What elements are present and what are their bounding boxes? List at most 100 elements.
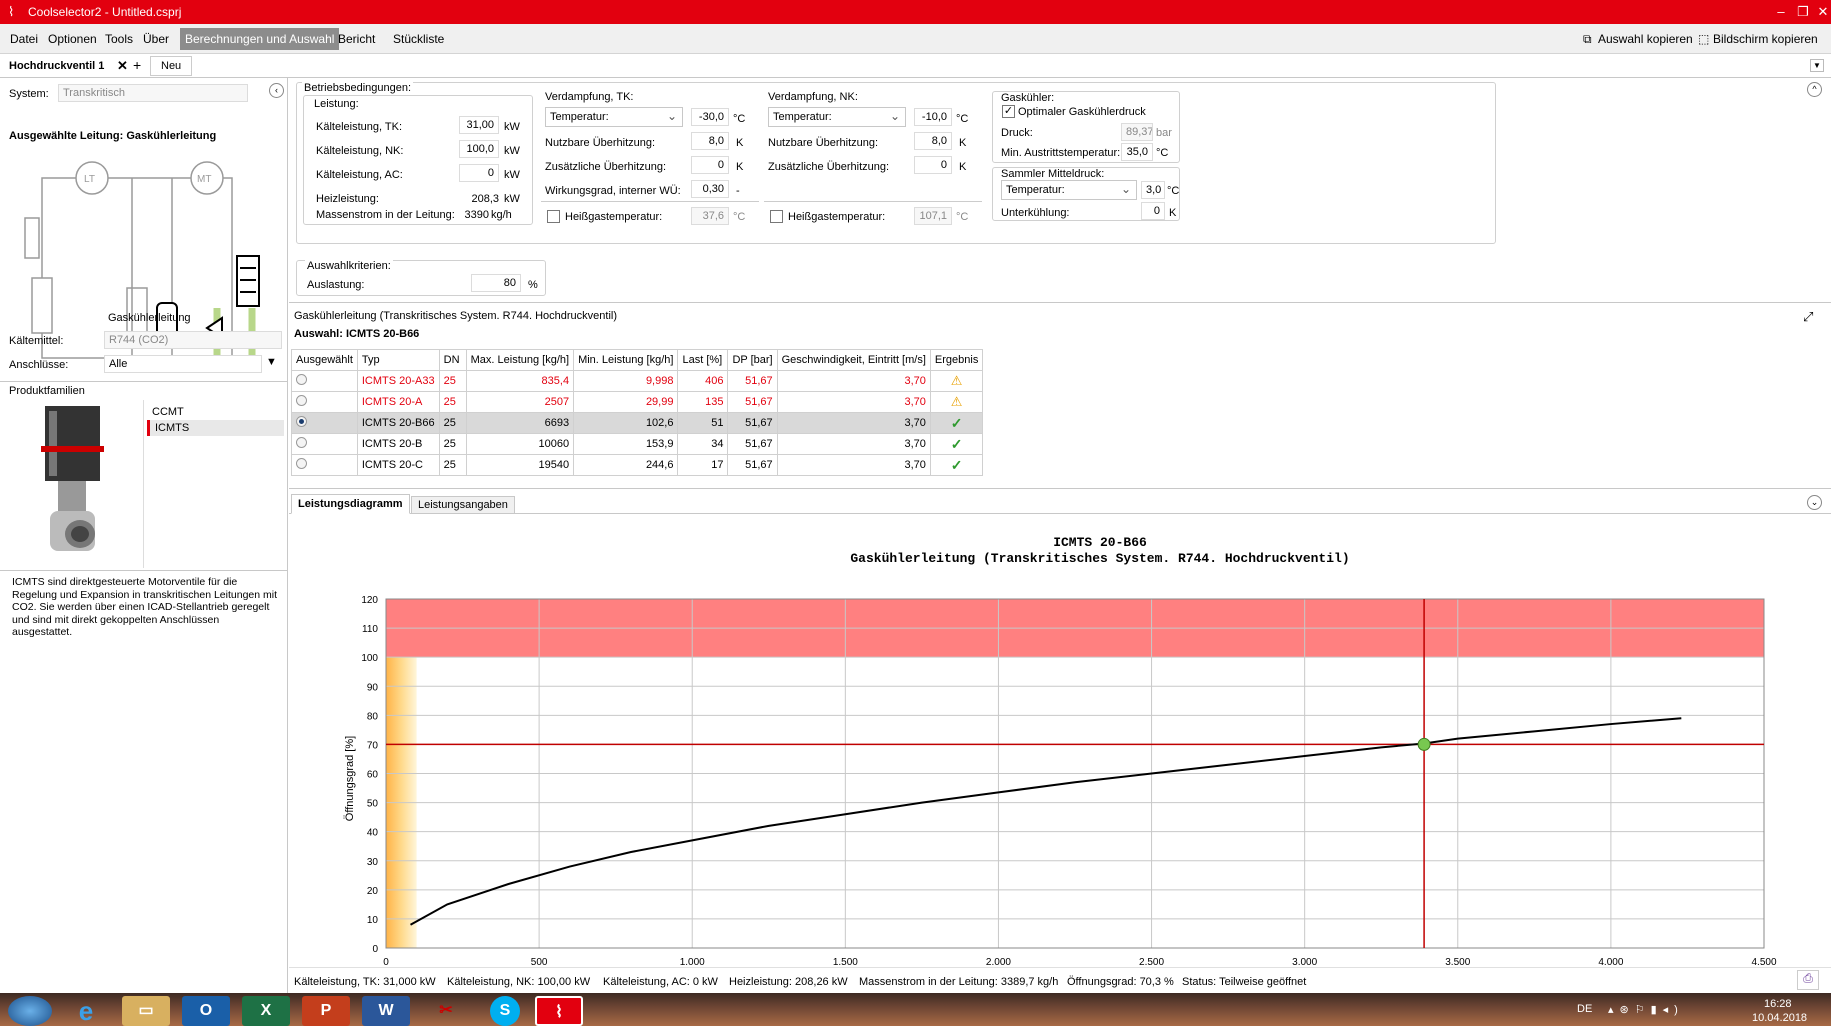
close-window-button[interactable]: ✕ bbox=[1812, 2, 1831, 22]
minimize-button[interactable]: – bbox=[1770, 2, 1792, 22]
powerpoint-taskbar-icon[interactable]: P bbox=[302, 996, 350, 1026]
select-radio[interactable] bbox=[296, 437, 307, 448]
word-taskbar-icon[interactable]: W bbox=[362, 996, 410, 1026]
optimal-pressure-checkbox[interactable]: ✓ bbox=[1002, 105, 1015, 118]
expand-icon[interactable]: ⤢ bbox=[1803, 309, 1813, 325]
outlook-taskbar-icon[interactable]: O bbox=[182, 996, 230, 1026]
evaporation-tk-group: Verdampfung, TK: Temperatur: ⌄ -30,0 °C N… bbox=[541, 89, 759, 227]
select-radio[interactable] bbox=[296, 458, 307, 469]
tab-new[interactable]: Neu bbox=[150, 56, 193, 76]
evap-tk-add-superheat-input[interactable]: 0 bbox=[691, 156, 729, 174]
save-chart-icon[interactable]: ⎙ bbox=[1797, 970, 1819, 990]
evap-tk-title: Verdampfung, TK: bbox=[545, 91, 634, 103]
menu-bericht[interactable]: Bericht bbox=[338, 32, 375, 46]
system-field[interactable]: Transkritisch bbox=[58, 84, 248, 102]
receiver-mode-select[interactable]: Temperatur: ⌄ bbox=[1001, 180, 1137, 200]
select-radio[interactable] bbox=[296, 374, 307, 385]
evap-nk-add-superheat-input[interactable]: 0 bbox=[914, 156, 952, 174]
copy-screen-button[interactable]: Bildschirm kopieren bbox=[1713, 32, 1818, 46]
subcooling-input[interactable]: 0 bbox=[1141, 202, 1165, 220]
evap-tk-efficiency-input[interactable]: 0,30 bbox=[691, 180, 729, 198]
language-indicator[interactable]: DE bbox=[1577, 1003, 1592, 1015]
collapse-chart-icon[interactable]: ⌄ bbox=[1807, 495, 1822, 510]
tab-hochdruckventil[interactable]: Hochdruckventil 1 bbox=[9, 60, 104, 72]
col-min[interactable]: Min. Leistung [kg/h] bbox=[573, 349, 679, 371]
status-heating: Heizleistung: 208,26 kW bbox=[729, 976, 848, 988]
cell-velocity: 3,70 bbox=[776, 433, 931, 455]
collapse-conditions-icon[interactable]: ^ bbox=[1807, 82, 1822, 97]
cell-dn: 25 bbox=[438, 433, 467, 455]
excel-taskbar-icon[interactable]: X bbox=[242, 996, 290, 1026]
refrigerant-field[interactable]: R744 (CO2) bbox=[104, 331, 282, 349]
col-velocity[interactable]: Geschwindigkeit, Eintritt [m/s] bbox=[776, 349, 931, 371]
performance-chart: ICMTS 20-B66Gaskühlerleitung (Transkriti… bbox=[344, 535, 1777, 965]
start-button[interactable] bbox=[8, 996, 52, 1026]
evap-nk-mode-select[interactable]: Temperatur: ⌄ bbox=[768, 107, 906, 127]
connections-select[interactable]: Alle bbox=[104, 355, 262, 373]
evap-tk-superheat-input[interactable]: 8,0 bbox=[691, 132, 729, 150]
menu-bar: Datei Optionen Tools Über Berechnungen u… bbox=[0, 24, 1831, 54]
evap-tk-temp-input[interactable]: -30,0 bbox=[691, 108, 729, 126]
select-radio[interactable] bbox=[296, 416, 307, 427]
pressure-field: 89,37 bbox=[1121, 123, 1153, 141]
cap-nk-input[interactable]: 100,0 bbox=[459, 140, 499, 158]
table-row[interactable]: ICMTS 20-C 25 19540 244,6 17 51,67 3,70 … bbox=[291, 454, 984, 476]
unit: bar bbox=[1156, 127, 1172, 139]
col-type[interactable]: Typ bbox=[356, 349, 440, 371]
menu-tools[interactable]: Tools bbox=[105, 32, 133, 46]
system-schematic[interactable]: LT MT AC bbox=[22, 158, 267, 388]
tab-leistungsdiagramm[interactable]: Leistungsdiagramm bbox=[291, 494, 410, 514]
col-max[interactable]: Max. Leistung [kg/h] bbox=[465, 349, 575, 371]
ie-taskbar-icon[interactable]: e bbox=[62, 996, 110, 1026]
x-tick-label: 500 bbox=[531, 957, 548, 965]
table-row[interactable]: ICMTS 20-B 25 10060 153,9 34 51,67 3,70 … bbox=[291, 433, 984, 455]
menu-berechnungen[interactable]: Berechnungen und Auswahl bbox=[180, 28, 340, 50]
clock-date[interactable]: 10.04.2018 bbox=[1752, 1012, 1807, 1024]
restore-button[interactable]: ❐ bbox=[1792, 2, 1814, 22]
clock-time[interactable]: 16:28 bbox=[1764, 998, 1792, 1010]
evap-nk-superheat-input[interactable]: 8,0 bbox=[914, 132, 952, 150]
menu-stueckliste[interactable]: Stückliste bbox=[393, 32, 444, 46]
add-tab-icon[interactable]: + bbox=[133, 57, 141, 73]
receiver-group: Sammler Mitteldruck: Temperatur: ⌄ 3,0 °C… bbox=[992, 167, 1180, 221]
family-item-ccmt[interactable]: CCMT bbox=[149, 405, 279, 420]
select-radio[interactable] bbox=[296, 395, 307, 406]
filter-dropdown-icon[interactable]: ▼ bbox=[266, 356, 277, 368]
evap-tk-mode-select[interactable]: Temperatur: ⌄ bbox=[545, 107, 683, 127]
skype-taskbar-icon[interactable]: S bbox=[490, 996, 520, 1026]
col-dn[interactable]: DN bbox=[438, 349, 467, 371]
snipping-tool-taskbar-icon[interactable]: ✂ bbox=[422, 996, 470, 1026]
copy-selection-button[interactable]: Auswahl kopieren bbox=[1598, 32, 1693, 46]
explorer-taskbar-icon[interactable]: ▭ bbox=[122, 996, 170, 1026]
evap-nk-temp-input[interactable]: -10,0 bbox=[914, 108, 952, 126]
tab-leistungsangaben[interactable]: Leistungsangaben bbox=[411, 496, 515, 514]
menu-optionen[interactable]: Optionen bbox=[48, 32, 97, 46]
cap-tk-input[interactable]: 31,00 bbox=[459, 116, 499, 134]
tray-icons[interactable]: ▴⊛⚐▮◂) bbox=[1608, 1003, 1684, 1016]
collapse-left-icon[interactable]: ‹ bbox=[269, 83, 284, 98]
table-row-selected[interactable]: ICMTS 20-B66 25 6693 102,6 51 51,67 3,70… bbox=[291, 412, 984, 434]
status-massflow: Massenstrom in der Leitung: 3389,7 kg/h bbox=[859, 976, 1059, 988]
col-load[interactable]: Last [%] bbox=[677, 349, 729, 371]
tab-dropdown-icon[interactable]: ▼ bbox=[1810, 59, 1824, 72]
table-row[interactable]: ICMTS 20-A33 25 835,4 9,998 406 51,67 3,… bbox=[291, 370, 984, 392]
col-selected[interactable]: Ausgewählt bbox=[291, 349, 358, 371]
close-tab-icon[interactable]: ✕ bbox=[117, 58, 128, 74]
col-dp[interactable]: DP [bar] bbox=[727, 349, 778, 371]
cell-max: 6693 bbox=[465, 412, 575, 434]
min-exit-temp-input[interactable]: 35,0 bbox=[1121, 143, 1153, 161]
receiver-temp-input[interactable]: 3,0 bbox=[1141, 181, 1165, 199]
diagram-caption: Gaskühlerleitung bbox=[108, 312, 191, 324]
family-item-icmts[interactable]: ICMTS bbox=[147, 420, 284, 436]
table-row[interactable]: ICMTS 20-A 25 2507 29,99 135 51,67 3,70 … bbox=[291, 391, 984, 413]
hotgas-nk-checkbox[interactable] bbox=[770, 210, 783, 223]
load-input[interactable]: 80 bbox=[471, 274, 521, 292]
menu-ueber[interactable]: Über bbox=[143, 32, 169, 46]
menu-datei[interactable]: Datei bbox=[10, 32, 38, 46]
col-result[interactable]: Ergebnis bbox=[929, 349, 984, 371]
cap-ac-input[interactable]: 0 bbox=[459, 164, 499, 182]
massflow-label: Massenstrom in der Leitung: bbox=[316, 209, 455, 221]
coolselector-taskbar-icon[interactable]: ⌇ bbox=[535, 996, 583, 1026]
load-label: Auslastung: bbox=[307, 279, 365, 291]
hotgas-tk-checkbox[interactable] bbox=[547, 210, 560, 223]
